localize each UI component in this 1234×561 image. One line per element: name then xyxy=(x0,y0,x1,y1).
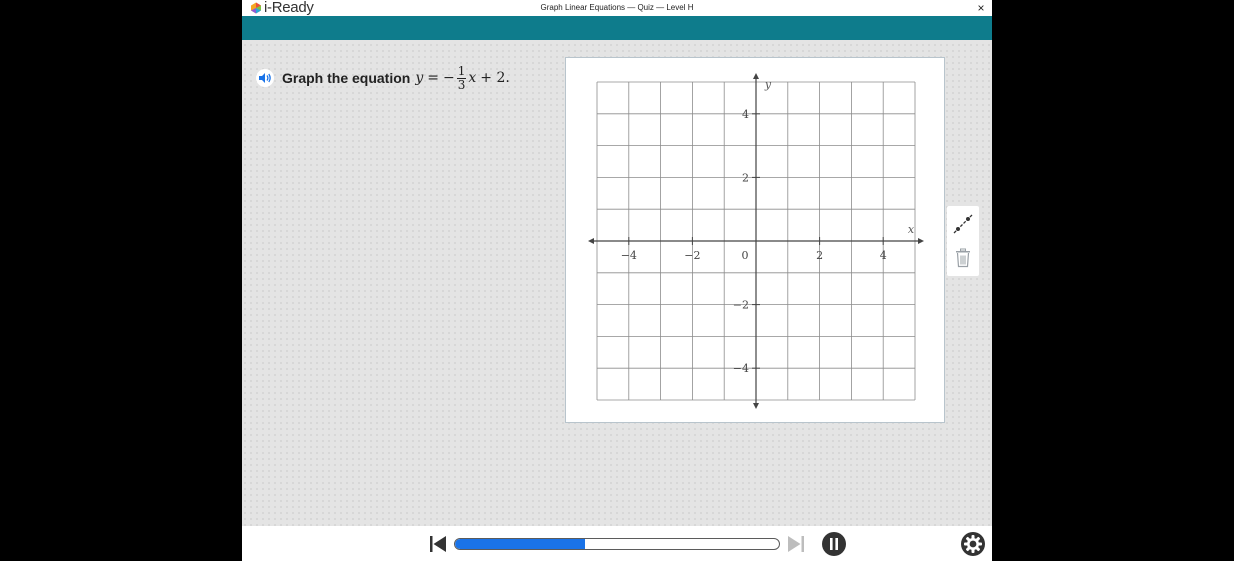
equation-tail: + 2. xyxy=(480,70,510,86)
question-prompt: Graph the equation y = − 1 3 x + 2. xyxy=(256,60,510,96)
prompt-text: Graph the equation xyxy=(282,70,411,86)
y-tick-label: −4 xyxy=(733,362,749,375)
gear-icon xyxy=(961,532,985,556)
bottom-bar xyxy=(242,526,992,561)
graph-panel[interactable]: −4 −2 0 2 4 4 2 −2 −4 x y xyxy=(565,57,945,423)
y-axis-label: y xyxy=(764,78,772,91)
page-title: Graph Linear Equations — Quiz — Level H xyxy=(540,3,694,12)
progress-fill xyxy=(455,539,585,549)
equation-sign: − xyxy=(443,70,455,86)
x-tick-label: 2 xyxy=(816,249,823,262)
x-axis-arrow-left xyxy=(588,238,594,244)
equation-x: x xyxy=(468,70,477,86)
line-tool-button[interactable] xyxy=(951,212,975,236)
fraction-numerator: 1 xyxy=(456,63,467,79)
equation-fraction: 1 3 xyxy=(456,63,467,92)
fraction-denominator: 3 xyxy=(457,77,466,92)
header-bar xyxy=(242,16,992,40)
graph-tools xyxy=(947,206,979,276)
y-axis-arrow-down xyxy=(753,403,759,409)
equation-lhs: y xyxy=(415,70,424,86)
x-axis-arrow-right xyxy=(918,238,924,244)
speaker-icon xyxy=(259,73,271,83)
trash-icon xyxy=(956,248,970,268)
settings-button[interactable] xyxy=(961,532,985,561)
app-window: i-Ready Graph Linear Equations — Quiz — … xyxy=(242,0,992,561)
equation-equals: = xyxy=(427,70,439,86)
title-bar: i-Ready Graph Linear Equations — Quiz — … xyxy=(242,0,992,16)
line-tool-icon xyxy=(953,214,973,234)
close-button[interactable]: × xyxy=(974,0,988,16)
read-aloud-button[interactable] xyxy=(256,69,274,87)
coordinate-grid[interactable]: −4 −2 0 2 4 4 2 −2 −4 x y xyxy=(566,58,944,422)
previous-button[interactable] xyxy=(429,535,447,558)
progress-bar xyxy=(454,538,780,550)
y-tick-label: 2 xyxy=(742,171,749,184)
y-tick-label: 4 xyxy=(742,108,749,121)
y-tick-label: −2 xyxy=(733,299,749,312)
delete-button[interactable] xyxy=(951,246,975,270)
x-tick-label: 4 xyxy=(880,249,887,262)
pause-button[interactable] xyxy=(822,532,846,561)
next-button[interactable] xyxy=(787,535,805,558)
x-tick-label: −2 xyxy=(684,249,700,262)
x-axis-label: x xyxy=(908,223,915,236)
skip-back-icon xyxy=(430,536,446,552)
x-tick-label: −4 xyxy=(621,249,637,262)
skip-forward-icon xyxy=(788,536,804,552)
pause-icon xyxy=(822,532,846,556)
x-tick-label: 0 xyxy=(742,249,749,262)
equation: y = − 1 3 x + 2. xyxy=(415,63,510,92)
y-axis-arrow-up xyxy=(753,73,759,79)
